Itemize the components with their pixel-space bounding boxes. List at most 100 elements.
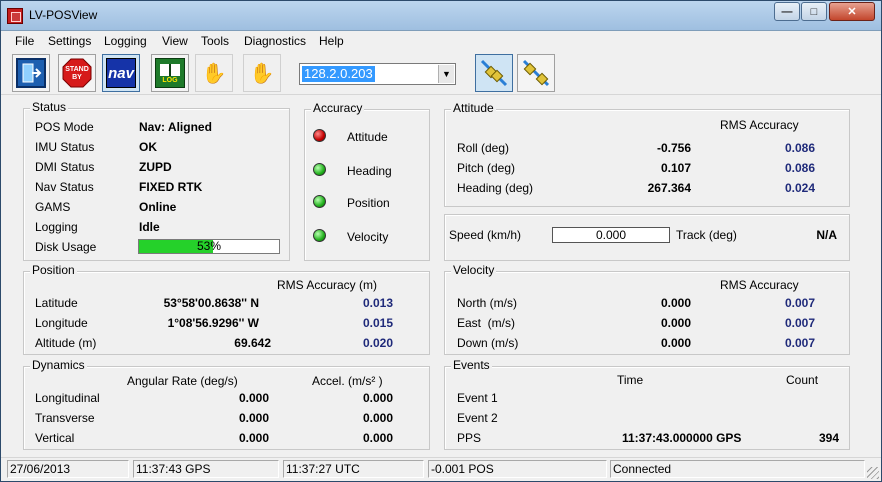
main-window: LV-POSView — □ ✕ File Settings Logging V…	[0, 0, 882, 482]
statusbar-utc-time: 11:37:27 UTC	[283, 460, 424, 478]
position-value: 1°08'56.9296'' W	[167, 316, 259, 330]
hand-button-1[interactable]: ✋	[195, 54, 233, 92]
connect-plug-icon	[479, 58, 509, 88]
velocity-label: Down (m/s)	[457, 336, 519, 350]
exit-door-icon	[16, 58, 46, 88]
statusbar-pos: -0.001 POS	[428, 460, 607, 478]
velocity-rms: 0.007	[784, 316, 815, 330]
title-bar[interactable]: LV-POSView — □ ✕	[1, 1, 881, 31]
status-value: OK	[139, 140, 157, 154]
disk-usage-bar: 53%	[138, 239, 280, 254]
speed-value: 0.000	[552, 227, 670, 243]
menu-file[interactable]: File	[15, 34, 34, 48]
hand-button-2[interactable]: ✋	[243, 54, 281, 92]
velocity-title: Velocity	[451, 263, 497, 277]
disconnect-button[interactable]	[517, 54, 555, 92]
event-label: Event 1	[457, 391, 498, 405]
event-label: Event 2	[457, 411, 498, 425]
log-book-icon: LOG	[155, 58, 185, 88]
attitude-value: 0.107	[660, 161, 691, 175]
attitude-value: 267.364	[647, 181, 691, 195]
angular-rate-value: 0.000	[238, 411, 269, 425]
accel-value: 0.000	[362, 391, 393, 405]
minimize-button[interactable]: —	[774, 2, 800, 21]
attitude-rms: 0.086	[784, 141, 815, 155]
accel-value: 0.000	[362, 411, 393, 425]
position-rms: 0.015	[362, 316, 393, 330]
menu-view[interactable]: View	[162, 34, 188, 48]
track-value: N/A	[816, 228, 837, 242]
log-label: LOG	[162, 76, 178, 84]
position-value: 53°58'00.8638'' N	[163, 296, 259, 310]
resize-grip-icon[interactable]	[867, 467, 879, 479]
position-title: Position	[30, 263, 77, 277]
position-label: Latitude	[35, 296, 78, 310]
velocity-rms-header: RMS Accuracy	[720, 278, 799, 292]
accuracy-label: Heading	[347, 164, 392, 178]
status-label: DMI Status	[35, 160, 95, 174]
angular-rate-value: 0.000	[238, 391, 269, 405]
attitude-label: Roll (deg)	[457, 141, 510, 155]
disconnect-plug-icon	[521, 58, 551, 88]
accel-value: 0.000	[362, 431, 393, 445]
velocity-label: North (m/s)	[457, 296, 517, 310]
standby-button[interactable]: STAND BY	[58, 54, 96, 92]
status-label: Logging	[35, 220, 78, 234]
maximize-button[interactable]: □	[801, 2, 827, 21]
disk-usage-text: 53%	[196, 239, 222, 253]
velocity-value: 0.000	[660, 336, 691, 350]
dynamics-label: Vertical	[35, 431, 75, 445]
position-label: Altitude (m)	[35, 336, 97, 350]
accuracy-label: Position	[347, 196, 390, 210]
app-icon	[7, 8, 23, 24]
accuracy-label: Attitude	[347, 130, 388, 144]
position-value: 69.642	[234, 336, 271, 350]
window-title: LV-POSView	[29, 8, 98, 22]
status-value: Idle	[139, 220, 160, 234]
angular-rate-value: 0.000	[238, 431, 269, 445]
velocity-led-icon	[313, 229, 326, 242]
ip-address-value[interactable]: 128.2.0.203	[302, 66, 375, 82]
attitude-rms-header: RMS Accuracy	[720, 118, 799, 132]
velocity-value: 0.000	[660, 296, 691, 310]
accuracy-label: Velocity	[347, 230, 389, 244]
exit-button[interactable]	[12, 54, 50, 92]
status-value: Nav: Aligned	[139, 120, 212, 134]
events-count-header: Count	[786, 373, 819, 387]
log-button[interactable]: LOG	[151, 54, 189, 92]
hand-icon: ✋	[249, 62, 275, 85]
nav-button[interactable]: nav	[102, 54, 140, 92]
status-label: IMU Status	[35, 140, 95, 154]
status-title: Status	[30, 100, 69, 114]
nav-icon: nav	[106, 58, 136, 88]
menu-bar: File Settings Logging View Tools Diagnos…	[1, 31, 881, 51]
status-label: GAMS	[35, 200, 71, 214]
attitude-label: Pitch (deg)	[457, 161, 516, 175]
accel-header: Accel. (m/s² )	[312, 374, 383, 388]
position-rms: 0.020	[362, 336, 393, 350]
position-label: Longitude	[35, 316, 88, 330]
connect-button[interactable]	[475, 54, 513, 92]
events-title: Events	[451, 358, 492, 372]
chevron-down-icon[interactable]: ▼	[438, 65, 454, 83]
menu-settings[interactable]: Settings	[48, 34, 91, 48]
stop-sign-icon: STAND BY	[62, 58, 92, 88]
angular-rate-header: Angular Rate (deg/s)	[127, 374, 238, 388]
statusbar-connection: Connected	[610, 460, 865, 478]
menu-tools[interactable]: Tools	[201, 34, 229, 48]
menu-help[interactable]: Help	[319, 34, 344, 48]
close-button[interactable]: ✕	[829, 2, 875, 21]
attitude-rms: 0.024	[784, 181, 815, 195]
standby-label-bottom: BY	[72, 74, 82, 81]
statusbar-gps-time: 11:37:43 GPS	[133, 460, 279, 478]
position-led-icon	[313, 195, 326, 208]
velocity-label: East (m/s)	[457, 316, 516, 330]
attitude-led-icon	[313, 129, 326, 142]
status-label: POS Mode	[35, 120, 94, 134]
position-rms-header: RMS Accuracy (m)	[277, 278, 378, 292]
ip-address-combo[interactable]: 128.2.0.203 ▼	[299, 63, 456, 85]
status-value: FIXED RTK	[139, 180, 203, 194]
standby-label-top: STAND	[65, 66, 89, 73]
menu-diagnostics[interactable]: Diagnostics	[244, 34, 306, 48]
menu-logging[interactable]: Logging	[104, 34, 147, 48]
